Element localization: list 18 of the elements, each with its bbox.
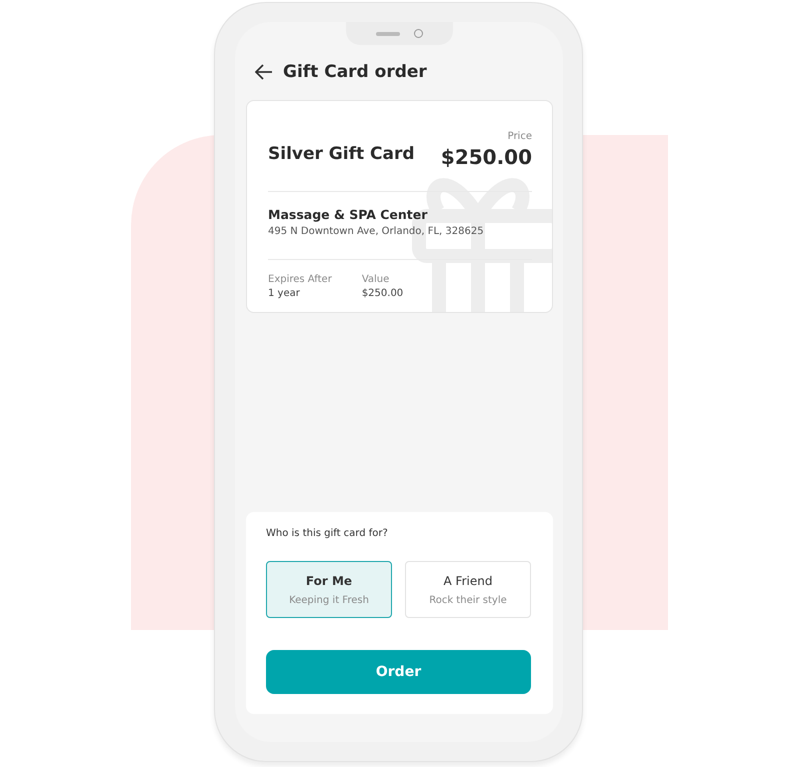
merchant-name: Massage & SPA Center [268, 207, 428, 222]
page-title: Gift Card order [283, 62, 427, 82]
back-arrow-icon[interactable] [255, 64, 273, 80]
option-title: For Me [306, 574, 352, 588]
recipient-option[interactable]: For Me Keeping it Fresh [266, 561, 392, 618]
price-value: $250.00 [440, 145, 532, 169]
price-label: Price [508, 131, 532, 142]
merchant-address: 495 N Downtown Ave, Orlando, FL, 328625 [268, 226, 485, 237]
detail-label: Value [362, 274, 390, 285]
option-title: A Friend [444, 574, 492, 588]
card-name: Silver Gift Card [268, 144, 415, 164]
recipient-option[interactable]: A Friend Rock their style [405, 561, 531, 618]
detail-value: $250.00 [362, 288, 404, 299]
detail-value: 1 year [268, 288, 301, 299]
question-text: Who is this gift card for? [266, 528, 389, 539]
option-subtitle: Keeping it Fresh [289, 594, 369, 606]
option-subtitle: Rock their style [429, 594, 507, 606]
detail-label: Expires After [268, 274, 332, 285]
